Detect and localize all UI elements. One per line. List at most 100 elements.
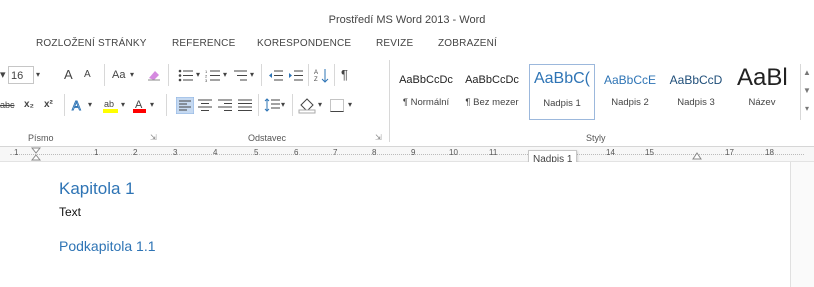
scroll-down-icon[interactable]: ▼ — [801, 82, 813, 100]
font-color-dropdown-icon[interactable]: ▾ — [150, 94, 154, 116]
bullets-icon[interactable] — [178, 69, 194, 82]
style-sample: AaBbC( — [533, 70, 591, 87]
align-left-icon[interactable] — [176, 97, 194, 114]
style-label: Název — [748, 97, 776, 108]
numbering-icon[interactable]: 123 — [205, 69, 221, 82]
svg-text:A: A — [72, 98, 81, 113]
increase-indent-icon[interactable] — [288, 69, 304, 82]
align-center-icon[interactable] — [198, 99, 212, 111]
paragraph-dialog-launcher-icon[interactable]: ⇲ — [375, 133, 382, 142]
indent-marker-icon[interactable] — [31, 147, 41, 161]
ruler-mark: 6 — [294, 148, 299, 157]
style-title[interactable]: AaBl Název — [731, 64, 793, 120]
style-gallery-scroll[interactable]: ▲ ▼ ▾ — [800, 64, 813, 120]
change-case-button[interactable]: Aa — [112, 64, 125, 86]
separator — [261, 64, 262, 86]
sort-icon[interactable]: AZ — [314, 68, 330, 83]
text-effects-dropdown-icon[interactable]: ▾ — [88, 94, 92, 116]
style-sample: AaBl — [737, 64, 788, 91]
ruler-mark: 10 — [449, 148, 458, 157]
font-size-dropdown-icon[interactable]: ▾ — [36, 64, 40, 86]
style-sample: AaBbCcE — [603, 73, 657, 87]
style-label: ¶ Normální — [402, 97, 450, 108]
font-size-box[interactable]: 16 — [8, 66, 34, 84]
justify-icon[interactable] — [238, 99, 252, 111]
style-label: Nadpis 3 — [677, 97, 715, 108]
tab-mailings[interactable]: KORESPONDENCE — [257, 38, 351, 49]
scroll-up-icon[interactable]: ▲ — [801, 64, 813, 82]
svg-text:Z: Z — [314, 77, 318, 83]
horizontal-ruler[interactable]: 1 1 2 3 4 5 6 7 8 9 10 11 14 15 17 18 — [0, 147, 814, 162]
separator — [64, 94, 65, 116]
more-styles-icon[interactable]: ▾ — [801, 100, 813, 118]
highlight-dropdown-icon[interactable]: ▾ — [121, 94, 125, 116]
line-spacing-dropdown-icon[interactable]: ▾ — [281, 94, 285, 116]
heading-1-text[interactable]: Kapitola 1 — [59, 179, 135, 199]
svg-text:ab: ab — [104, 99, 114, 109]
ribbon: ▾ 16 ▾ A A Aa ▾ ▾ 123 ▾ ▾ A Z ¶ abc x₂ x… — [0, 56, 814, 147]
window-title: Prostředí MS Word 2013 - Word — [328, 14, 486, 26]
font-dialog-launcher-icon[interactable]: ⇲ — [150, 133, 157, 142]
style-heading-2[interactable]: AaBbCcE Nadpis 2 — [599, 64, 661, 120]
line-spacing-icon[interactable] — [264, 98, 280, 112]
borders-dropdown-icon[interactable]: ▾ — [348, 94, 352, 116]
svg-text:A: A — [314, 70, 318, 76]
style-label: ¶ Bez mezer — [465, 97, 519, 108]
title-bar: Prostředí MS Word 2013 - Word — [0, 0, 814, 30]
separator — [334, 64, 335, 86]
ruler-mark: 3 — [173, 148, 178, 157]
tab-review[interactable]: REVIZE — [376, 38, 413, 49]
style-label: Nadpis 2 — [611, 97, 649, 108]
style-gallery: AaBbCcDc ¶ Normální AaBbCcDc ¶ Bez mezer… — [395, 64, 800, 120]
align-right-icon[interactable] — [218, 99, 232, 111]
shading-icon[interactable] — [298, 97, 316, 114]
style-sample: AaBbCcDc — [399, 74, 453, 86]
shrink-font-button[interactable]: A — [84, 64, 91, 86]
borders-icon[interactable] — [330, 99, 344, 112]
ruler-mark: 8 — [372, 148, 377, 157]
ruler-mark: 7 — [333, 148, 338, 157]
shading-dropdown-icon[interactable]: ▾ — [318, 94, 322, 116]
style-heading-1[interactable]: AaBbC( Nadpis 1 — [529, 64, 595, 120]
svg-text:3: 3 — [205, 78, 208, 82]
decrease-indent-icon[interactable] — [268, 69, 284, 82]
bullets-dropdown-icon[interactable]: ▾ — [196, 64, 200, 86]
body-text[interactable]: Text — [59, 205, 81, 219]
font-color-icon[interactable]: A — [132, 97, 148, 114]
show-formatting-marks-button[interactable]: ¶ — [341, 64, 348, 86]
group-styles-label: Styly — [586, 133, 606, 143]
superscript-button[interactable]: x² — [44, 94, 53, 116]
text-effects-icon[interactable]: A — [70, 97, 86, 113]
font-name-dropdown-arrow[interactable]: ▾ — [0, 64, 6, 86]
tab-page-layout[interactable]: ROZLOŽENÍ STRÁNKY — [36, 38, 147, 49]
document-page[interactable]: Kapitola 1 Text Podkapitola 1.1 — [0, 162, 814, 287]
style-normal[interactable]: AaBbCcDc ¶ Normální — [395, 64, 457, 120]
ruler-mark: 18 — [765, 148, 774, 157]
group-font-label: Písmo — [28, 133, 54, 143]
style-heading-3[interactable]: AaBbCcD Nadpis 3 — [665, 64, 727, 120]
style-sample: AaBbCcDc — [465, 74, 519, 86]
tab-references[interactable]: REFERENCE — [172, 38, 235, 49]
multilevel-dropdown-icon[interactable]: ▾ — [250, 64, 254, 86]
group-labels: Písmo ⇲ Odstavec ⇲ Styly — [0, 133, 814, 145]
strikethrough-button[interactable]: abc — [0, 94, 15, 116]
ruler-mark: 4 — [213, 148, 218, 157]
separator — [292, 94, 293, 116]
ribbon-tabs: ROZLOŽENÍ STRÁNKY REFERENCE KORESPONDENC… — [0, 34, 814, 56]
numbering-dropdown-icon[interactable]: ▾ — [223, 64, 227, 86]
tab-view[interactable]: ZOBRAZENÍ — [438, 38, 497, 49]
ruler-mark: 17 — [725, 148, 734, 157]
grow-font-button[interactable]: A — [64, 64, 73, 86]
heading-2-text[interactable]: Podkapitola 1.1 — [59, 238, 156, 254]
subscript-button[interactable]: x₂ — [24, 94, 34, 116]
multilevel-list-icon[interactable] — [232, 69, 248, 82]
right-indent-marker-icon[interactable] — [692, 150, 702, 160]
style-label: Nadpis 1 — [543, 98, 581, 109]
group-paragraph-label: Odstavec — [248, 133, 287, 143]
change-case-dropdown-icon[interactable]: ▾ — [130, 64, 134, 86]
clear-formatting-icon[interactable] — [146, 68, 162, 82]
vertical-scrollbar[interactable] — [790, 162, 814, 287]
style-no-spacing[interactable]: AaBbCcDc ¶ Bez mezer — [461, 64, 523, 120]
ruler-mark: 5 — [254, 148, 259, 157]
highlight-icon[interactable]: ab — [102, 97, 120, 114]
